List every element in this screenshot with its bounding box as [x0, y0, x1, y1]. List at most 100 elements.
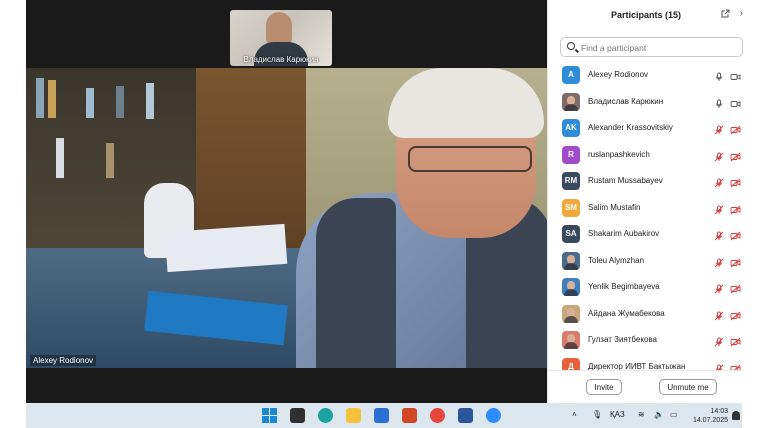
taskbar-clock[interactable]: 14:03 14.07.2025: [693, 407, 728, 425]
wifi-icon[interactable]: ≋: [638, 410, 645, 419]
windows-taskbar: ˄ 🎙 ҚАЗ ≋ 🔈 ▭ 14:03 14.07.2025: [26, 403, 742, 428]
participant-initials-avatar: RM: [562, 172, 580, 190]
participant-row[interactable]: Yenlik Begimbayeva: [548, 274, 744, 300]
participant-row[interactable]: Владислав Карюкин: [548, 89, 744, 115]
participants-title: Participants (15): [610, 10, 682, 20]
participant-name: Shakarim Aubakirov: [588, 229, 660, 238]
participant-row[interactable]: Айдана Жумабекова: [548, 301, 744, 327]
microphone-muted-icon[interactable]: [714, 334, 724, 347]
participant-row[interactable]: Rruslanpashkevich: [548, 142, 744, 168]
participant-name: ruslanpashkevich: [588, 149, 650, 159]
participant-name: Владислав Карюкин: [588, 96, 664, 106]
microphone-muted-icon[interactable]: [714, 361, 724, 370]
microphone-muted-icon[interactable]: [714, 122, 724, 135]
language-indicator[interactable]: ҚАЗ: [610, 410, 625, 419]
participants-panel-footer: Invite Unmute me: [548, 370, 744, 404]
video-person-hair: [388, 68, 544, 138]
invite-button[interactable]: Invite: [586, 379, 622, 395]
video-camera-off-icon[interactable]: [730, 361, 741, 370]
participant-initials-avatar: SA: [562, 225, 580, 243]
edge-icon[interactable]: [318, 408, 333, 423]
participant-photo-avatar: [562, 304, 580, 323]
microphone-muted-icon[interactable]: [714, 202, 724, 214]
participant-row[interactable]: SA Shakarim Aubakirov: [548, 221, 744, 247]
microphone-muted-icon[interactable]: [714, 149, 724, 161]
video-camera-off-icon[interactable]: [730, 334, 741, 347]
participant-name: Rustam Mussabayev: [588, 176, 663, 185]
participant-initials-avatar: A: [562, 66, 580, 84]
microphone-muted-icon[interactable]: [714, 255, 724, 267]
volume-icon[interactable]: 🔈: [654, 410, 664, 419]
word-icon[interactable]: [458, 408, 473, 423]
video-camera-off-icon[interactable]: [730, 255, 741, 267]
video-door: [196, 68, 306, 248]
microphone-muted-icon[interactable]: [714, 281, 724, 294]
video-camera-off-icon[interactable]: [730, 202, 741, 214]
chrome-icon[interactable]: [430, 408, 445, 423]
battery-icon[interactable]: ▭: [670, 410, 678, 419]
video-camera-icon[interactable]: [730, 96, 741, 107]
participant-name: Гулзат Зиятбекова: [588, 335, 658, 344]
participant-name: Yenlik Begimbayeva: [588, 282, 660, 291]
participant-photo-avatar: [562, 278, 580, 296]
windows-start-icon[interactable]: [262, 408, 277, 423]
participant-row[interactable]: SM Salim Mustafin: [548, 195, 744, 221]
participant-search[interactable]: [560, 37, 743, 57]
main-video-name-label: Alexey Rodionov: [30, 355, 97, 366]
microphone-icon[interactable]: [714, 96, 724, 108]
clock-date: 14.07.2025: [692, 417, 728, 424]
powerpoint-icon[interactable]: [402, 408, 417, 423]
participant-initials-avatar: Д: [562, 357, 580, 370]
video-camera-icon[interactable]: [730, 69, 741, 80]
participant-name: Alexander Krassovitskiy: [588, 123, 673, 132]
video-camera-off-icon[interactable]: [730, 122, 741, 135]
video-camera-off-icon[interactable]: [730, 149, 741, 161]
microphone-muted-icon[interactable]: [714, 308, 724, 320]
video-camera-off-icon[interactable]: [730, 175, 741, 188]
clock-time: 14:03: [710, 408, 728, 415]
participant-photo-avatar: [562, 331, 580, 349]
microphone-muted-icon[interactable]: [714, 228, 724, 241]
microsoft-store-icon[interactable]: [374, 408, 389, 423]
chevron-up-icon[interactable]: ˄: [572, 410, 577, 419]
participant-row[interactable]: Гулзат Зиятбекова: [548, 327, 744, 353]
microphone-icon[interactable]: 🎙: [592, 410, 602, 419]
unmute-me-button[interactable]: Unmute me: [659, 379, 717, 395]
microphone-muted-icon[interactable]: [714, 175, 724, 188]
participants-panel-header: Participants (15) ›: [548, 0, 744, 32]
participants-panel: Participants (15) › A Alexey Rodionov Влад…: [547, 0, 744, 403]
thumbnail-video-tile[interactable]: Владислав Карюкин: [230, 10, 332, 66]
task-view-icon[interactable]: [290, 408, 305, 423]
microphone-icon[interactable]: [714, 69, 724, 81]
zoom-icon[interactable]: [486, 408, 501, 423]
notification-bell-icon[interactable]: [732, 411, 740, 420]
thumbnail-name-label: Владислав Карюкин: [243, 55, 319, 64]
participant-name: Директор ИИВТ Бактыжан: [588, 361, 686, 371]
popout-icon[interactable]: [721, 9, 730, 18]
participant-row[interactable]: Д Директор ИИВТ Бактыжан: [548, 354, 744, 371]
video-camera-off-icon[interactable]: [730, 281, 741, 294]
participant-photo-avatar: [562, 251, 580, 270]
participant-name: Alexey Rodionov: [588, 70, 649, 79]
video-papers: [164, 223, 288, 273]
participant-photo-avatar: [562, 92, 580, 111]
participant-name: Salim Mustafin: [588, 202, 641, 212]
participant-name: Айдана Жумабекова: [588, 308, 665, 318]
close-panel-icon[interactable]: ›: [740, 8, 743, 19]
video-person-vest-left: [316, 198, 396, 368]
participant-row[interactable]: Toleu Alymzhan: [548, 248, 744, 274]
participant-row[interactable]: AK Alexander Krassovitskiy: [548, 115, 744, 141]
file-explorer-icon[interactable]: [346, 408, 361, 423]
participant-search-input[interactable]: [579, 40, 733, 56]
video-camera-off-icon[interactable]: [730, 308, 741, 320]
participants-list[interactable]: A Alexey Rodionov Владислав Карюкин AK Alexa…: [548, 62, 744, 370]
participant-initials-avatar: SM: [562, 198, 580, 217]
participant-row[interactable]: A Alexey Rodionov: [548, 62, 744, 88]
main-video-tile[interactable]: Alexey Rodionov: [26, 68, 548, 368]
participant-row[interactable]: RM Rustam Mussabayev: [548, 168, 744, 194]
participant-name: Toleu Alymzhan: [588, 255, 645, 265]
participant-initials-avatar: R: [562, 145, 580, 164]
participant-initials-avatar: AK: [562, 119, 580, 137]
video-person-glasses: [408, 146, 532, 172]
video-camera-off-icon[interactable]: [730, 228, 741, 241]
